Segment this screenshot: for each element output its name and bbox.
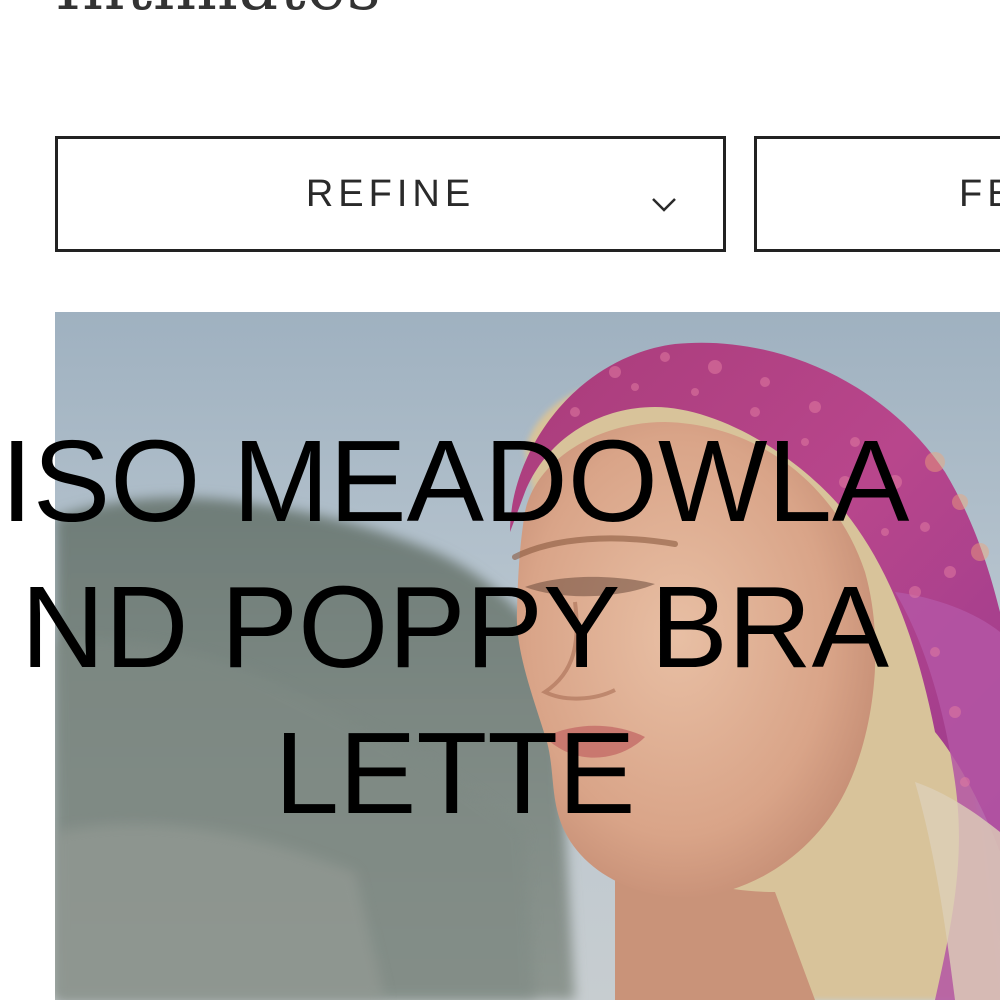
refine-label: REFINE: [305, 172, 476, 215]
page-title: Intimates: [55, 0, 382, 25]
page: Intimates REFINE FE: [0, 0, 1000, 1000]
product-name[interactable]: ISO MEADOWLAND POPPY BRALETTE: [0, 408, 910, 846]
refine-button[interactable]: REFINE: [55, 136, 726, 252]
featured-label: FE: [959, 172, 1000, 215]
chevron-down-icon: [649, 182, 679, 212]
featured-sort-button[interactable]: FE: [754, 136, 1000, 252]
